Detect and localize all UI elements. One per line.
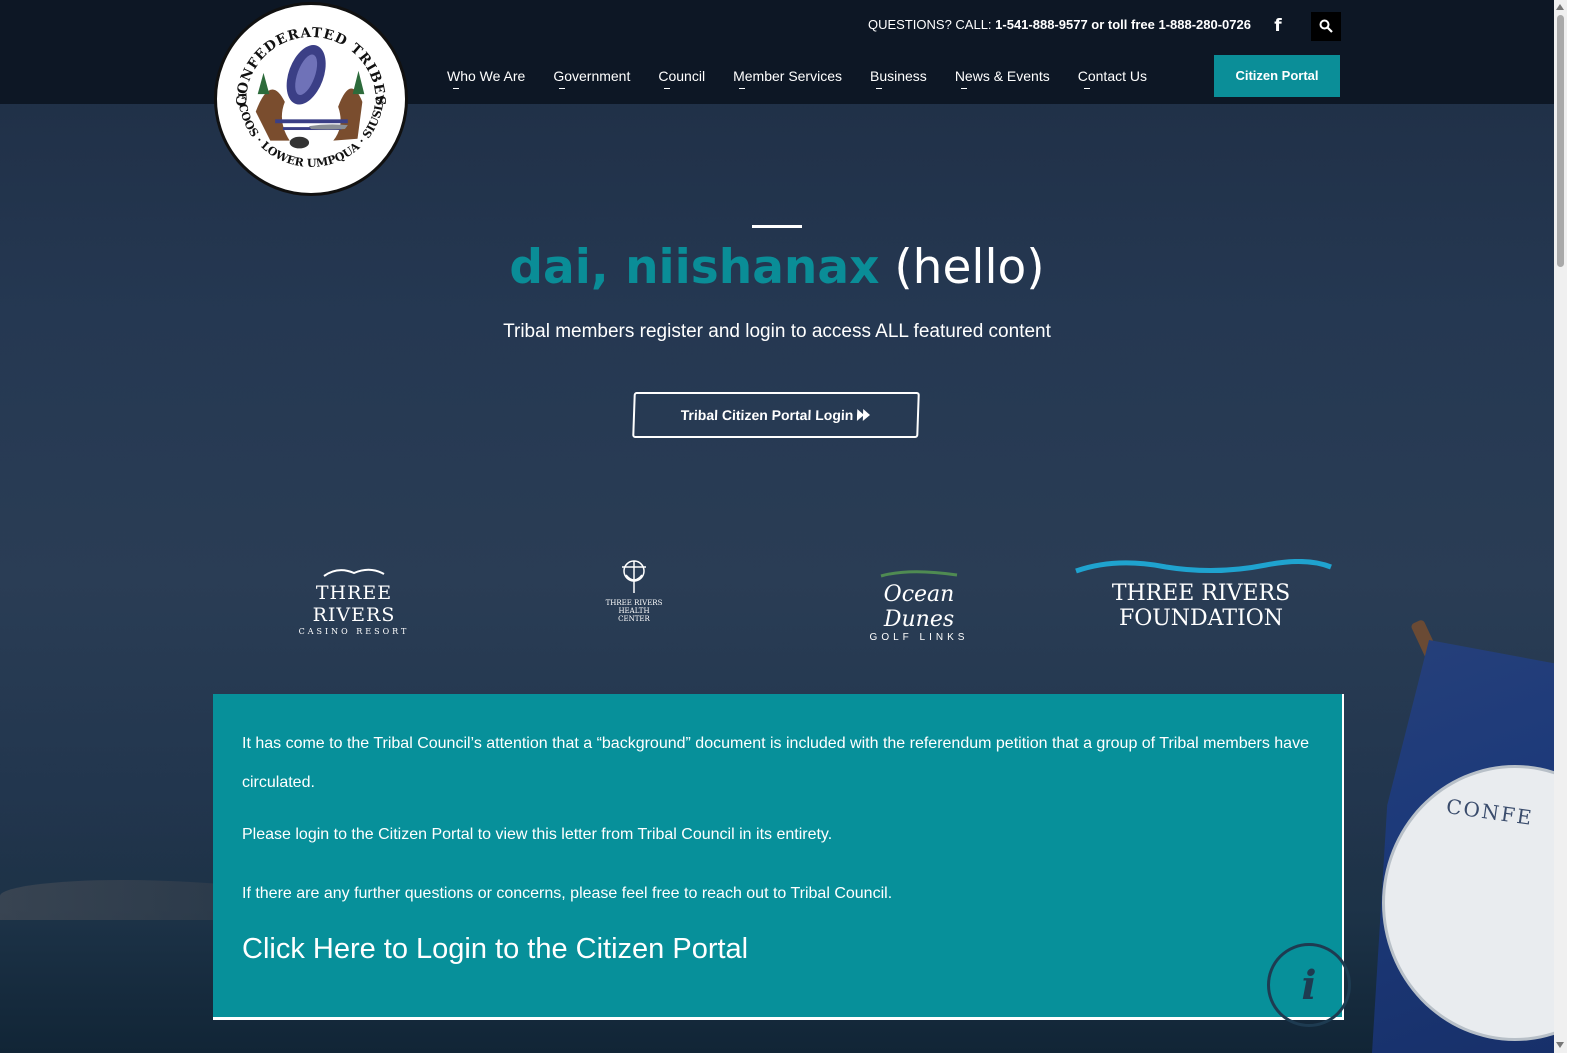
hero-divider [752,225,802,228]
search-button[interactable] [1311,12,1341,41]
scroll-thumb[interactable] [1557,15,1564,267]
partner-logos: THREE RIVERS CASINO RESORT THREE RIVERS … [214,555,1344,643]
foundation-wave-icon [1075,558,1332,574]
info-icon[interactable]: i [1267,943,1351,1027]
questions-label: QUESTIONS? CALL: [868,17,996,32]
main-nav: Who We Are Government Council Member Ser… [447,68,1147,89]
window-edge [1567,0,1584,1053]
notice-paragraph-3: If there are any further questions or co… [242,885,893,902]
ocean-dunes-wave-icon [880,570,958,578]
three-rivers-casino-sub: CASINO RESORT [298,627,410,636]
notice-paragraph-1: It has come to the Tribal Council’s atte… [242,735,1309,791]
ocean-dunes-sub: GOLF LINKS [869,632,969,643]
facebook-icon[interactable]: f [1264,12,1292,40]
portal-login-button[interactable]: Tribal Citizen Portal Login [632,392,920,438]
double-chevron-right-icon [857,409,871,421]
three-rivers-foundation-logo[interactable]: THREE RIVERS FOUNDATION [1057,558,1345,631]
hero-title-greeting: dai, niishanax [509,240,880,295]
three-rivers-casino-name: THREE RIVERS [312,582,396,626]
three-rivers-health-name: THREE RIVERS [605,599,663,607]
hero-title: dai, niishanax (hello) [0,240,1554,295]
nav-government[interactable]: Government [553,68,630,89]
scroll-down-arrow-icon[interactable] [1556,1042,1564,1048]
three-rivers-health-sub: HEALTH CENTER [618,607,650,623]
hero-subtitle: Tribal members register and login to acc… [503,321,1051,342]
contact-bar: QUESTIONS? CALL: 1-541-888-9577 or toll … [868,17,1251,32]
health-emblem-icon [622,560,646,593]
notice-paragraph-2: Please login to the Citizen Portal to vi… [242,826,833,843]
three-rivers-casino-logo[interactable]: THREE RIVERS CASINO RESORT [284,563,424,636]
nav-who-we-are[interactable]: Who We Are [447,68,525,89]
citizen-portal-login-link[interactable]: Click Here to Login to the Citizen Porta… [242,933,1312,966]
page-scrollbar[interactable] [1554,0,1567,1053]
council-notice-panel: It has come to the Tribal Council’s atte… [213,694,1344,1020]
three-rivers-health-logo[interactable]: THREE RIVERS HEALTH CENTER [604,557,664,623]
ocean-dunes-logo[interactable]: Ocean Dunes GOLF LINKS [854,563,984,643]
nav-council[interactable]: Council [658,68,705,89]
tribal-seal-logo[interactable]: CONFEDERATED TRIBES OF COOS · LOWER UMPQ… [214,2,408,196]
nav-contact-us[interactable]: Contact Us [1078,68,1147,89]
hero-title-translation: (hello) [879,240,1045,295]
portal-login-label: Tribal Citizen Portal Login [680,407,854,423]
three-rivers-foundation-name: THREE RIVERS FOUNDATION [1111,581,1291,631]
ocean-dunes-name: Ocean Dunes [883,582,955,632]
nav-news-events[interactable]: News & Events [955,68,1050,89]
citizen-portal-button[interactable]: Citizen Portal [1214,55,1340,97]
nav-business[interactable]: Business [870,68,927,89]
phone-numbers[interactable]: 1-541-888-9577 or toll free 1-888-280-07… [995,17,1251,32]
scroll-up-arrow-icon[interactable] [1556,4,1564,10]
wave-mark-icon [323,568,385,577]
search-icon [1319,19,1333,33]
nav-member-services[interactable]: Member Services [733,68,842,89]
